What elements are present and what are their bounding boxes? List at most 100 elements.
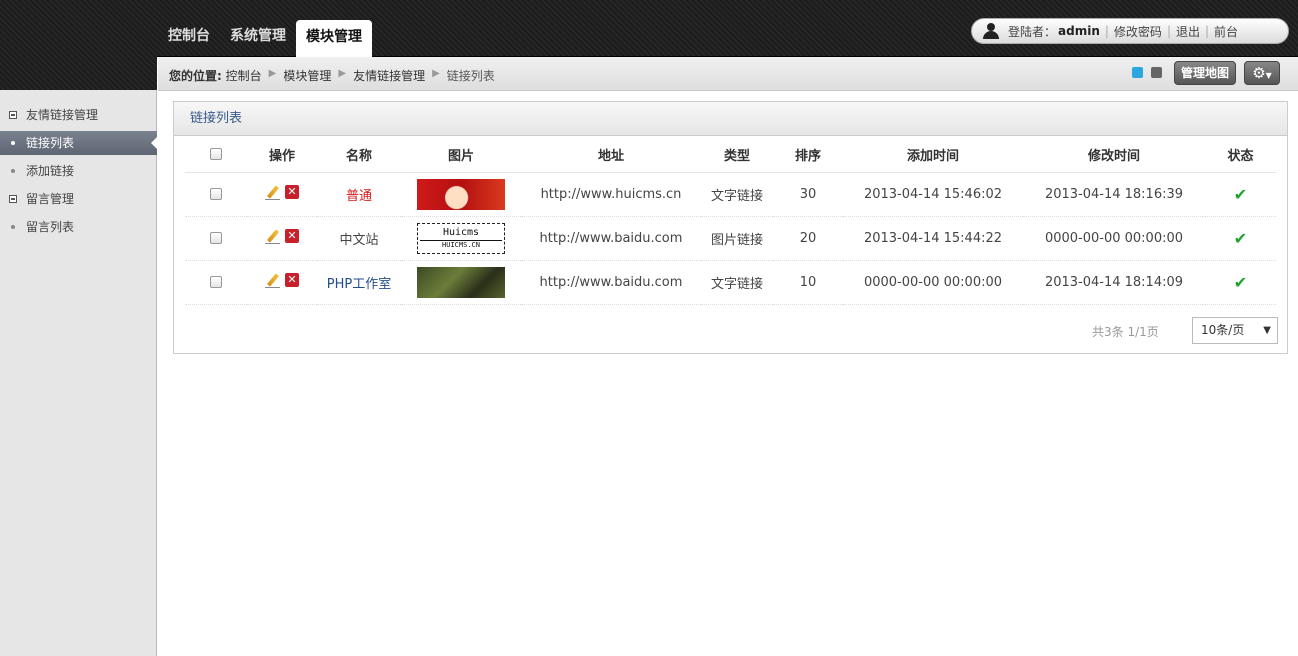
- tab-modules[interactable]: 模块管理: [296, 20, 372, 57]
- link-image: [417, 266, 505, 298]
- link-url: http://www.huicms.cn: [521, 172, 701, 217]
- chevron-right-icon: ▶: [338, 68, 347, 79]
- link-url: http://www.baidu.com: [521, 216, 701, 261]
- link-type: 文字链接: [701, 172, 773, 217]
- sidebar-item-add-link[interactable]: 添加链接: [0, 159, 157, 183]
- link-name[interactable]: 普通: [317, 172, 401, 217]
- link-url: http://www.baidu.com: [521, 260, 701, 305]
- sidebar: 友情链接管理 链接列表 添加链接 留言管理 留言列表: [0, 90, 158, 656]
- delete-icon[interactable]: ✕: [285, 229, 299, 243]
- caret-down-icon: ▼: [1263, 325, 1271, 336]
- column-header: 排序: [773, 137, 843, 173]
- row-select-cell: [185, 172, 247, 217]
- breadcrumb-item[interactable]: 友情链接管理: [353, 67, 425, 84]
- status-cell: ✔: [1205, 260, 1276, 305]
- edit-icon[interactable]: [265, 273, 280, 288]
- link-type: 文字链接: [701, 260, 773, 305]
- sidebar-item-label: 添加链接: [26, 164, 75, 178]
- tab-console[interactable]: 控制台: [158, 20, 220, 57]
- logout-link[interactable]: 退出: [1176, 23, 1200, 40]
- ops-cell: ✕: [247, 172, 317, 217]
- caret-down-icon: ▼: [1265, 71, 1272, 80]
- top-nav: 控制台 系统管理 模块管理: [158, 20, 372, 57]
- separator: |: [1104, 24, 1109, 38]
- link-image: Huicms HUICMS.CN: [417, 222, 505, 254]
- modified-time: 0000-00-00 00:00:00: [1023, 216, 1205, 261]
- link-name[interactable]: PHP工作室: [317, 260, 401, 305]
- sidebar-item-label: 友情链接管理: [26, 108, 99, 122]
- modified-time: 2013-04-14 18:16:39: [1023, 172, 1205, 217]
- page-size-select[interactable]: 10条/页 ▼: [1192, 317, 1278, 344]
- row-checkbox[interactable]: [210, 188, 222, 200]
- settings-button[interactable]: ⚙▼: [1244, 61, 1280, 85]
- panel-title: 链接列表: [174, 102, 1287, 136]
- image-cell: [401, 172, 521, 217]
- pagination-count: 共3条 1/1页: [1092, 325, 1159, 339]
- layout-blue-icon[interactable]: [1132, 67, 1143, 78]
- logo-area: [0, 0, 157, 90]
- link-name[interactable]: 中文站: [317, 216, 401, 261]
- status-cell: ✔: [1205, 216, 1276, 261]
- column-header: 图片: [401, 137, 521, 173]
- edit-icon[interactable]: [265, 229, 280, 244]
- check-icon[interactable]: ✔: [1234, 273, 1247, 292]
- column-header: 操作: [247, 137, 317, 173]
- breadcrumb-bar: 您的位置: 控制台 ▶ 模块管理 ▶ 友情链接管理 ▶ 链接列表 管理地图 ⚙▼: [158, 57, 1298, 91]
- breadcrumb-label: 您的位置:: [169, 69, 222, 83]
- row-select-cell: [185, 216, 247, 261]
- delete-icon[interactable]: ✕: [285, 273, 299, 287]
- manage-map-button[interactable]: 管理地图: [1174, 61, 1236, 85]
- bullet-icon: [11, 169, 15, 173]
- column-header: 状态: [1205, 137, 1276, 173]
- layout-gray-icon[interactable]: [1151, 67, 1162, 78]
- collapse-icon: [9, 111, 17, 119]
- image-logo-text: Huicms: [442, 226, 480, 238]
- image-cell: [401, 260, 521, 305]
- select-all-checkbox[interactable]: [210, 148, 222, 161]
- change-password-link[interactable]: 修改密码: [1114, 23, 1162, 40]
- modified-time: 2013-04-14 18:14:09: [1023, 260, 1205, 305]
- sidebar-item-message-list[interactable]: 留言列表: [0, 215, 157, 239]
- link-image: [417, 178, 505, 210]
- sidebar-group-links[interactable]: 友情链接管理: [0, 103, 157, 127]
- bullet-icon: [11, 225, 15, 229]
- image-logo-subtext: HUICMS.CN: [420, 239, 502, 250]
- column-header: 修改时间: [1023, 137, 1205, 173]
- column-header: 名称: [317, 137, 401, 173]
- row-checkbox[interactable]: [210, 232, 222, 244]
- tab-system[interactable]: 系统管理: [220, 20, 296, 57]
- row-checkbox[interactable]: [210, 276, 222, 288]
- delete-icon[interactable]: ✕: [285, 185, 299, 199]
- chevron-right-icon: ▶: [268, 68, 277, 79]
- chevron-right-icon: ▶: [432, 68, 440, 79]
- link-list-panel: 链接列表 操作 名称 图片 地址 类型 排序 添加时间 修改时间 状态 ✕ 普通: [173, 101, 1288, 354]
- column-header: 类型: [701, 137, 773, 173]
- table-header-row: 操作 名称 图片 地址 类型 排序 添加时间 修改时间 状态: [185, 137, 1276, 173]
- added-time: 2013-04-14 15:46:02: [843, 172, 1023, 217]
- sidebar-item-label: 留言管理: [26, 192, 75, 206]
- username: admin: [1058, 24, 1100, 38]
- user-box: 登陆者： admin | 修改密码 | 退出 | 前台: [971, 18, 1289, 44]
- breadcrumb-item[interactable]: 控制台: [226, 67, 262, 84]
- sidebar-item-label: 留言列表: [26, 220, 75, 234]
- check-icon[interactable]: ✔: [1234, 229, 1247, 248]
- column-header: 地址: [521, 137, 701, 173]
- sidebar-item-link-list[interactable]: 链接列表: [0, 131, 158, 155]
- edit-icon[interactable]: [265, 185, 280, 200]
- frontend-link[interactable]: 前台: [1214, 23, 1238, 40]
- link-type: 图片链接: [701, 216, 773, 261]
- ops-cell: ✕: [247, 260, 317, 305]
- ops-cell: ✕: [247, 216, 317, 261]
- sidebar-group-messages[interactable]: 留言管理: [0, 187, 157, 211]
- status-cell: ✔: [1205, 172, 1276, 217]
- select-all-cell: [185, 137, 247, 173]
- link-order: 10: [773, 260, 843, 305]
- table-row: ✕ 普通 http://www.huicms.cn 文字链接 30 2013-0…: [185, 172, 1276, 217]
- link-table: 操作 名称 图片 地址 类型 排序 添加时间 修改时间 状态 ✕ 普通 http…: [185, 137, 1276, 305]
- breadcrumb-item[interactable]: 模块管理: [283, 67, 331, 84]
- breadcrumb-current: 链接列表: [446, 69, 495, 83]
- table-row: ✕ 中文站 Huicms HUICMS.CN http://www.baidu.c…: [185, 216, 1276, 261]
- bullet-icon: [11, 141, 15, 145]
- link-order: 30: [773, 172, 843, 217]
- check-icon[interactable]: ✔: [1234, 185, 1247, 204]
